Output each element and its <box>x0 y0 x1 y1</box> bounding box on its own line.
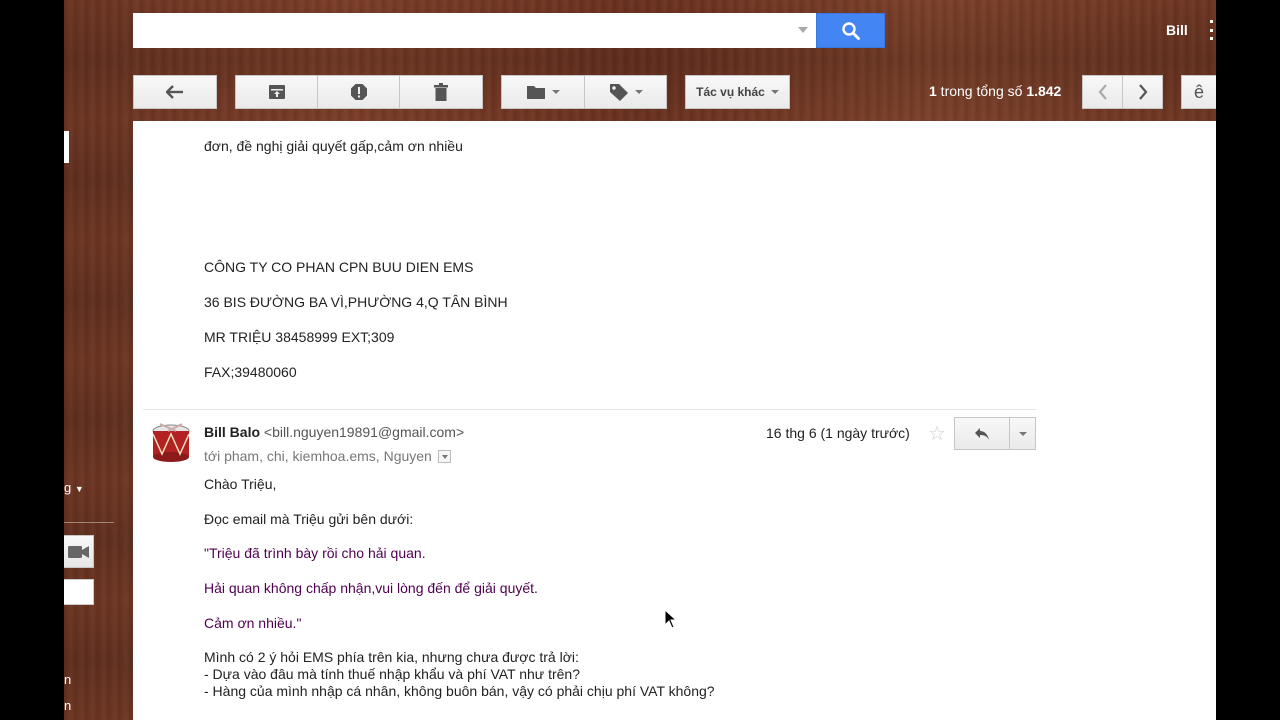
account-name[interactable]: Bill <box>1166 22 1188 38</box>
spam-icon <box>350 84 367 100</box>
search-button[interactable] <box>816 13 885 48</box>
gmail-window: Bill Tác vụ khác 1 trong tổng số 1.842 ê… <box>64 0 1216 720</box>
label-tag-icon <box>609 84 628 101</box>
more-options-icon[interactable] <box>1210 20 1214 40</box>
pagination-count: 1 trong tổng số 1.842 <box>929 83 1062 99</box>
sender-name[interactable]: Bill Balo <bill.nguyen19891@gmail.com> <box>204 424 464 440</box>
reply-button[interactable] <box>954 417 1010 450</box>
more-actions-label: Tác vụ khác <box>696 85 765 99</box>
nav-fragment[interactable]: n <box>64 672 71 687</box>
show-details-icon[interactable] <box>437 450 451 463</box>
chevron-left-icon <box>1098 84 1107 100</box>
video-call-button[interactable] <box>64 535 94 568</box>
back-button[interactable] <box>133 75 217 109</box>
nav-fragment[interactable]: n <box>64 698 71 713</box>
conversation-panel: đơn, đề nghị giải quyết gấp,cảm ơn nhiều… <box>133 121 1216 720</box>
prev-message-line: 36 BIS ĐƯỜNG BA VÌ,PHƯỜNG 4,Q TÂN BÌNH <box>204 294 508 310</box>
trash-icon <box>434 83 448 101</box>
more-actions-button[interactable]: Tác vụ khác <box>685 75 790 109</box>
message-intro: Đọc email mà Triệu gửi bên dưới: <box>204 511 414 527</box>
prev-message-line: MR TRIỆU 38458999 EXT;309 <box>204 329 395 345</box>
chevron-down-icon <box>1018 431 1027 436</box>
chevron-down-icon <box>634 90 643 94</box>
message-greeting: Chào Triệu, <box>204 476 277 492</box>
chevron-right-icon <box>1138 84 1147 100</box>
question-block: Mình có 2 ý hỏi EMS phía trên kia, nhưng… <box>204 649 715 699</box>
video-camera-icon <box>67 545 89 558</box>
reply-icon <box>975 427 989 440</box>
compose-button-fragment[interactable] <box>64 131 69 163</box>
search-options-dropdown-icon[interactable] <box>798 27 808 33</box>
reply-more-button[interactable] <box>1009 417 1036 450</box>
archive-icon <box>268 85 285 99</box>
prev-message-line: CÔNG TY CO PHAN CPN BUU DIEN EMS <box>204 259 474 275</box>
message-divider <box>143 409 1036 410</box>
search-input[interactable] <box>133 13 816 48</box>
star-icon[interactable]: ☆ <box>928 421 946 446</box>
prev-message-line: đơn, đề nghị giải quyết gấp,cảm ơn nhiều <box>204 138 463 154</box>
mouse-cursor-icon <box>664 609 678 629</box>
prev-message-line: FAX;39480060 <box>204 364 297 380</box>
message-date: 16 thg 6 (1 ngày trước) <box>766 425 910 441</box>
archive-button[interactable] <box>235 75 318 109</box>
chevron-down-icon <box>770 90 779 94</box>
quoted-line: "Triệu đã trình bày rồi cho hải quan. <box>204 545 426 561</box>
move-to-button[interactable] <box>501 75 585 109</box>
chevron-down-icon <box>552 90 560 94</box>
sender-email: <bill.nguyen19891@gmail.com> <box>263 424 465 440</box>
chat-search-input[interactable] <box>64 579 94 605</box>
sender-avatar[interactable] <box>152 422 190 462</box>
nav-fragment[interactable]: g ▼ <box>64 480 84 495</box>
input-tools-button[interactable]: ê <box>1181 75 1216 109</box>
delete-button[interactable] <box>399 75 483 109</box>
search-icon <box>841 21 860 40</box>
quoted-line: Hải quan không chấp nhận,vui lòng đến để… <box>204 580 538 596</box>
nav-divider <box>64 522 114 523</box>
newer-button[interactable] <box>1082 75 1123 109</box>
recipients-line: tới pham, chi, kiemhoa.ems, Nguyen <box>204 448 451 464</box>
report-spam-button[interactable] <box>317 75 400 109</box>
older-button[interactable] <box>1122 75 1163 109</box>
quoted-line: Cảm ơn nhiều." <box>204 615 302 631</box>
folder-icon <box>527 86 545 99</box>
back-arrow-icon <box>166 85 183 99</box>
labels-button[interactable] <box>584 75 667 109</box>
